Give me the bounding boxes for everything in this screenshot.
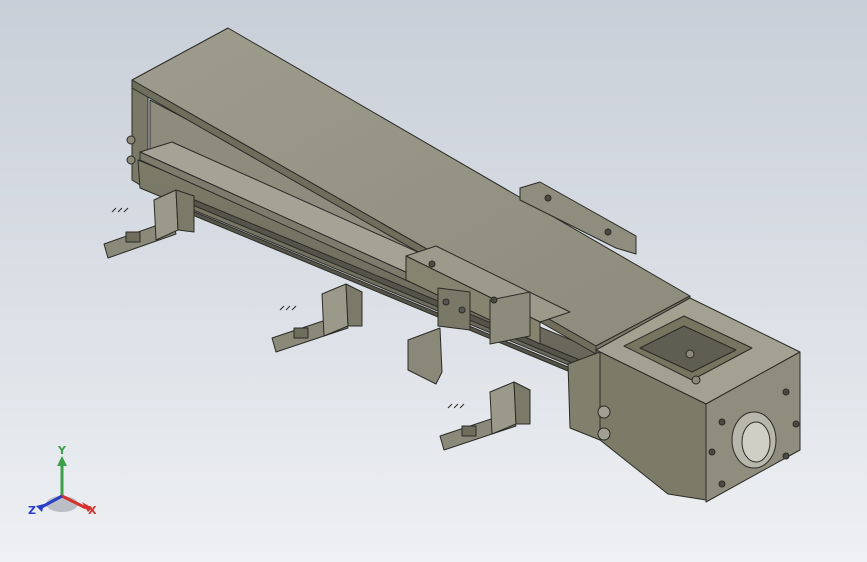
axis-z-label: Z: [28, 504, 36, 517]
rear-bolt: [126, 155, 136, 165]
end-cap: [567, 351, 601, 441]
linear-module-model[interactable]: [0, 0, 867, 562]
sensor-bracket-2: [271, 283, 363, 353]
axis-y-label: Y: [58, 444, 66, 457]
axis-x-label: X: [88, 504, 97, 517]
sensor-bracket-1: [103, 189, 195, 259]
sensor-flag: [407, 327, 443, 385]
rear-bolt: [126, 135, 136, 145]
sensor-bracket-3: [439, 381, 531, 451]
orientation-triad[interactable]: Y X Z: [22, 444, 104, 526]
3d-viewport[interactable]: Y X Z: [0, 0, 867, 562]
